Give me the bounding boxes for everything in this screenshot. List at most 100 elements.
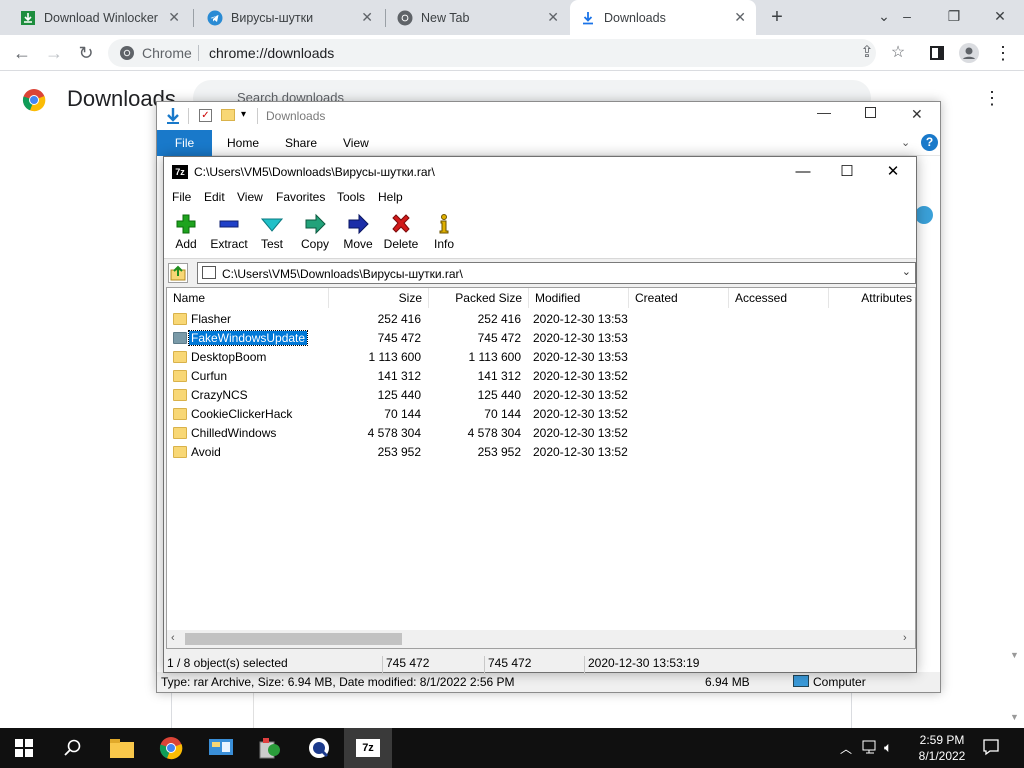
divider [584,656,585,675]
menu-edit[interactable]: Edit [204,190,225,204]
address-bar[interactable]: Chrome chrome://downloads [108,39,876,67]
close-window-button[interactable]: ✕ [977,0,1023,32]
clock-time: 2:59 PM [919,733,965,747]
column-name[interactable]: Name [167,288,329,308]
share-icon[interactable]: ⇪ [853,39,881,67]
table-row[interactable]: Avoid 253 952 253 952 2020-12-30 13:52 [167,443,915,462]
sevenzip-logo-icon: 7z [356,739,380,757]
menu-favorites[interactable]: Favorites [276,190,325,204]
copy-button[interactable]: Copy [293,211,337,251]
reload-button[interactable]: ↻ [72,39,100,67]
chrome-taskbar-button[interactable] [147,728,195,768]
tab-virusy-shutki[interactable]: Вирусы-шутки ✕ [197,0,383,35]
customize-toolbar-icon[interactable]: ▾ [241,109,246,120]
back-button[interactable]: ← [8,39,36,67]
scroll-left-icon[interactable]: ‹ [171,632,175,644]
path-bar: C:\Users\VM5\Downloads\Вирусы-шутки.rar\… [164,259,916,285]
tab-view[interactable]: View [329,130,383,156]
menu-view[interactable]: View [237,190,263,204]
column-created[interactable]: Created [629,288,729,308]
close-window-button[interactable]: ✕ [870,157,916,187]
maximize-button[interactable] [865,107,876,118]
volume-icon[interactable]: 🔈︎ [884,739,892,756]
profile-avatar[interactable] [955,39,983,67]
new-tab-button[interactable]: + [764,5,790,31]
forward-button[interactable]: → [40,39,68,67]
download-arrow-icon [580,10,596,26]
table-row[interactable]: CrazyNCS 125 440 125 440 2020-12-30 13:5… [167,386,915,405]
close-window-button[interactable]: ✕ [911,106,923,123]
tool-label: Delete [383,237,419,251]
extract-button[interactable]: Extract [207,211,251,251]
minimize-button[interactable]: — [817,104,831,120]
column-size[interactable]: Size [329,288,429,308]
tool-label: Move [343,237,373,251]
scroll-right-icon[interactable]: › [903,632,907,644]
control-panel-button[interactable] [197,728,245,768]
minimize-button[interactable]: — [780,157,826,187]
status-selection: 1 / 8 object(s) selected [167,656,288,670]
horizontal-scrollbar[interactable]: ‹ › [167,630,915,648]
path-input[interactable]: C:\Users\VM5\Downloads\Вирусы-шутки.rar\… [197,262,916,284]
file-size: 141 312 [377,369,421,383]
menu-help[interactable]: Help [378,190,403,204]
network-icon[interactable] [862,738,880,759]
file-size: 1 113 600 [368,350,422,364]
close-icon[interactable]: ✕ [361,9,373,26]
restore-button[interactable]: ❐ [931,0,977,32]
more-menu-icon[interactable]: ⋮ [983,88,1001,109]
tab-download-winlocker[interactable]: Download Winlocker b ✕ [10,0,190,35]
system-clock[interactable]: 2:59 PM 8/1/2022 [912,732,972,764]
scrollbar-thumb[interactable] [185,633,402,645]
installer-button[interactable] [246,728,294,768]
add-button[interactable]: Add [164,211,208,251]
more-menu-icon[interactable]: ⋮ [989,39,1017,67]
chevron-up-icon[interactable]: ︿ [840,740,852,757]
column-attributes[interactable]: Attributes [829,288,915,308]
close-icon[interactable]: ✕ [168,9,180,26]
column-modified[interactable]: Modified [529,288,629,308]
menu-file[interactable]: File [172,190,191,204]
scroll-arrow-icon[interactable]: ▼ [1010,712,1019,722]
move-button[interactable]: Move [336,211,380,251]
tab-file[interactable]: File [157,130,212,156]
tab-share[interactable]: Share [271,130,331,156]
table-row[interactable]: ChilledWindows 4 578 304 4 578 304 2020-… [167,424,915,443]
start-button[interactable] [0,728,48,768]
column-accessed[interactable]: Accessed [729,288,829,308]
chevron-down-icon[interactable]: ⌄ [901,136,910,149]
notification-icon[interactable] [982,738,1000,759]
explorer-title: Downloads [266,109,326,123]
help-icon[interactable]: ? [921,134,938,151]
test-button[interactable]: Test [250,211,294,251]
table-row-selected[interactable]: FakeWindowsUpdate 745 472 745 472 2020-1… [167,329,915,348]
minimize-button[interactable]: – [883,0,931,32]
info-button[interactable]: Info [422,211,466,251]
menu-tools[interactable]: Tools [337,190,365,204]
tab-downloads[interactable]: Downloads ✕ [570,0,756,35]
tab-new-tab[interactable]: New Tab ✕ [387,0,569,35]
file-name: CookieClickerHack [191,407,293,421]
search-button[interactable] [48,728,96,768]
star-icon[interactable]: ☆ [884,39,912,67]
maximize-button[interactable]: ☐ [824,157,870,187]
table-row[interactable]: Flasher 252 416 252 416 2020-12-30 13:53 [167,310,915,329]
close-icon[interactable]: ✕ [734,9,746,26]
properties-icon[interactable]: ✓ [199,109,212,122]
folder-icon [110,739,134,758]
table-row[interactable]: DesktopBoom 1 113 600 1 113 600 2020-12-… [167,348,915,367]
table-row[interactable]: Curfun 141 312 141 312 2020-12-30 13:52 [167,367,915,386]
delete-button[interactable]: Delete [379,211,423,251]
chevron-down-icon[interactable]: ⌄ [902,265,911,278]
folder-icon[interactable] [221,109,235,121]
table-row[interactable]: CookieClickerHack 70 144 70 144 2020-12-… [167,405,915,424]
sevenzip-taskbar-button[interactable]: 7z [344,728,392,768]
close-icon[interactable]: ✕ [547,9,559,26]
file-explorer-button[interactable] [98,728,146,768]
scroll-arrow-icon[interactable]: ▼ [1010,650,1019,660]
up-folder-button[interactable] [168,263,188,283]
tab-home[interactable]: Home [213,130,273,156]
column-packed-size[interactable]: Packed Size [429,288,529,308]
side-panel-icon[interactable] [923,39,951,67]
search-app-button[interactable] [295,728,343,768]
